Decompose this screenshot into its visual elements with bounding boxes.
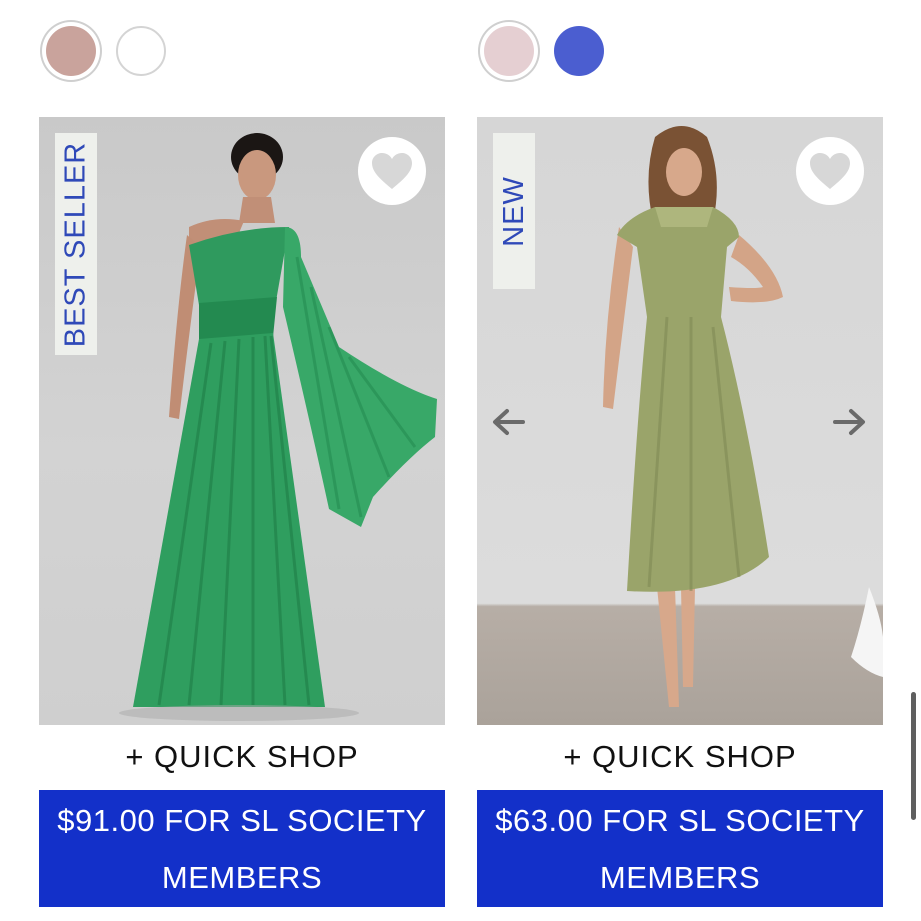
product-card: NEW + QUICK SHOP $63.00 FOR SL SOCIETY M… [477, 117, 883, 907]
product-grid: BEST SELLER + QUICK SHOP $91.00 FOR SL S… [0, 0, 921, 921]
scrollbar[interactable] [911, 692, 916, 820]
member-price-banner[interactable]: $63.00 FOR SL SOCIETY MEMBERS [477, 790, 883, 907]
product-card: BEST SELLER + QUICK SHOP $91.00 FOR SL S… [39, 117, 445, 907]
member-price-subtext: MEMBERS [161, 860, 323, 895]
quick-shop-button[interactable]: + QUICK SHOP [477, 739, 883, 775]
swatch-white[interactable] [116, 26, 166, 76]
heart-icon [810, 153, 850, 189]
new-badge: NEW [493, 133, 535, 289]
previous-image-button[interactable] [491, 407, 527, 437]
swatch-cobalt[interactable] [554, 26, 604, 76]
swatch-blush[interactable] [484, 26, 534, 76]
wishlist-button[interactable] [358, 137, 426, 205]
product-image[interactable]: NEW [477, 117, 883, 725]
best-seller-badge: BEST SELLER [55, 133, 97, 355]
arrow-left-icon [493, 409, 525, 435]
quick-shop-button[interactable]: + QUICK SHOP [39, 739, 445, 775]
wishlist-button[interactable] [796, 137, 864, 205]
green-dress-photo [119, 133, 437, 721]
next-image-button[interactable] [831, 407, 867, 437]
arrow-right-icon [833, 409, 865, 435]
swatch-rose[interactable] [46, 26, 96, 76]
product-image[interactable]: BEST SELLER [39, 117, 445, 725]
olive-dress-photo [603, 126, 883, 707]
color-swatches [40, 18, 182, 84]
color-swatches [478, 18, 620, 84]
badge-label: NEW [497, 175, 530, 247]
member-price-text: $63.00 FOR SL SOCIETY [495, 803, 865, 838]
member-price-subtext: MEMBERS [599, 860, 761, 895]
member-price-banner[interactable]: $91.00 FOR SL SOCIETY MEMBERS [39, 790, 445, 907]
badge-label: BEST SELLER [59, 141, 92, 347]
member-price-text: $91.00 FOR SL SOCIETY [57, 803, 427, 838]
heart-icon [372, 153, 412, 189]
